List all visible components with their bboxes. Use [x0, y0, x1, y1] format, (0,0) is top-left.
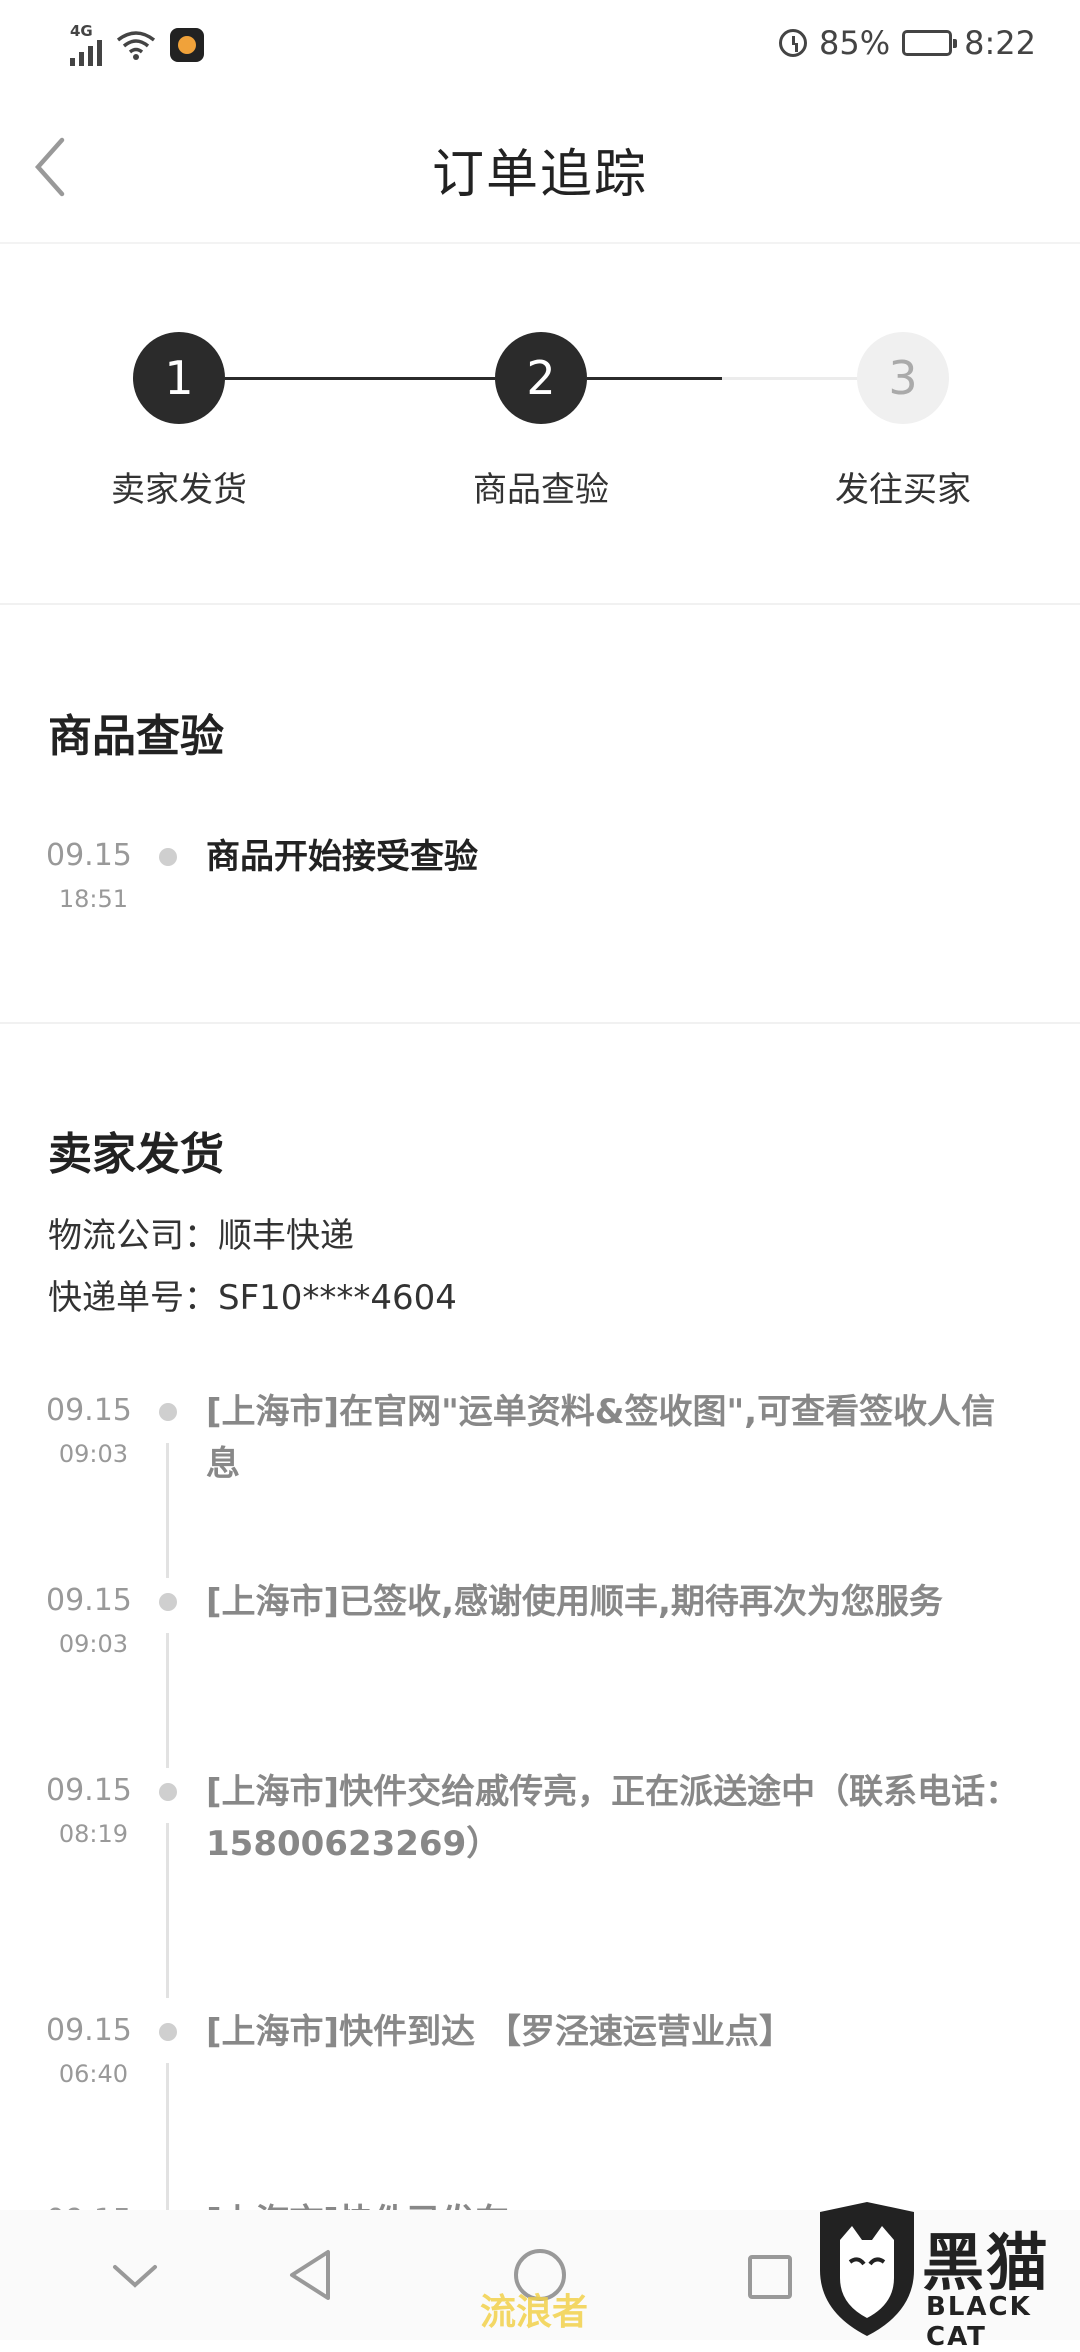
step-connector-2-done	[587, 377, 722, 380]
triangle-back-icon	[290, 2250, 330, 2300]
app-notification-icon	[170, 28, 204, 62]
battery-icon	[902, 30, 958, 56]
network-type: 4G	[70, 22, 93, 40]
event-date: 09.15	[46, 1583, 132, 1618]
event-text: [上海市]快件到达 【罗泾速运营业点】	[206, 2012, 793, 2052]
event-time: 09:03	[58, 1440, 128, 1468]
nav-collapse-button[interactable]	[75, 2210, 195, 2340]
step-2-label: 商品查验	[473, 470, 609, 510]
battery-percent: 85%	[819, 24, 891, 62]
blackcat-logo: 黑猫 BLACK CAT	[812, 2200, 1080, 2352]
status-bar: 4G 85% 8:22	[0, 0, 1080, 92]
step-3-label: 发往买家	[835, 470, 971, 510]
clock: 8:22	[964, 24, 1036, 62]
event-date: 09.15	[46, 1393, 132, 1428]
event-time: 18:51	[58, 885, 128, 913]
nav-back-button[interactable]	[250, 2210, 370, 2340]
brand-name-en: BLACK CAT	[926, 2292, 1032, 2352]
courier-company: 物流公司：顺丰快递	[48, 1216, 354, 1256]
cat-shield-icon	[820, 2202, 914, 2336]
event-date: 09.15	[46, 838, 132, 873]
event-time: 06:40	[58, 2060, 128, 2088]
event-text: [上海市]快件交给戚传亮，正在派送途中（联系电话：15800623269）	[206, 1772, 1020, 1864]
shipping-section-title: 卖家发货	[48, 1129, 224, 1180]
wifi-icon	[116, 29, 156, 61]
event-date: 09.15	[46, 2013, 132, 2048]
tracking-number: 快递单号：SF10****4604	[48, 1278, 457, 1318]
step-connector-2-pending	[722, 377, 857, 380]
timeline-dot	[159, 1783, 177, 1801]
event-text: [上海市]在官网"运单资料&签收图",可查看签收人信息	[206, 1392, 996, 1484]
step-1-label: 卖家发货	[111, 470, 247, 510]
step-1-circle: 1	[133, 332, 225, 424]
timeline-line	[166, 2063, 169, 2211]
brand-name-cn: 黑猫	[922, 2226, 1051, 2299]
timeline-dot	[159, 2023, 177, 2041]
timeline-dot	[159, 1593, 177, 1611]
divider	[0, 1022, 1080, 1024]
progress-stepper: 1 2 3 卖家发货 商品查验 发往买家	[0, 242, 1080, 602]
step-3-circle: 3	[857, 332, 949, 424]
step-connector-1	[225, 377, 495, 380]
watermark-text: 流浪者	[480, 2292, 589, 2333]
timeline-dot	[159, 1403, 177, 1421]
event-text: 商品开始接受查验	[206, 837, 478, 877]
event-text: [上海市]已签收,感谢使用顺丰,期待再次为您服务	[206, 1582, 943, 1622]
status-right: 85% 8:22	[779, 24, 1036, 62]
status-left: 4G	[70, 22, 204, 66]
timeline-line	[166, 1823, 169, 1998]
event-date: 09.15	[46, 1773, 132, 1808]
timeline-line	[166, 1443, 169, 1578]
chevron-down-icon	[113, 2265, 157, 2288]
step-2-circle: 2	[495, 332, 587, 424]
timeline-dot	[159, 848, 177, 866]
divider	[0, 603, 1080, 605]
nav-header: 订单追踪	[0, 92, 1080, 244]
event-time: 09:03	[58, 1630, 128, 1658]
inspection-section-title: 商品查验	[48, 711, 224, 762]
page-title: 订单追踪	[431, 145, 648, 205]
timeline-line	[166, 1633, 169, 1768]
alarm-icon	[779, 29, 808, 57]
cellular-signal-icon: 4G	[70, 22, 102, 66]
event-time: 08:19	[58, 1820, 128, 1848]
